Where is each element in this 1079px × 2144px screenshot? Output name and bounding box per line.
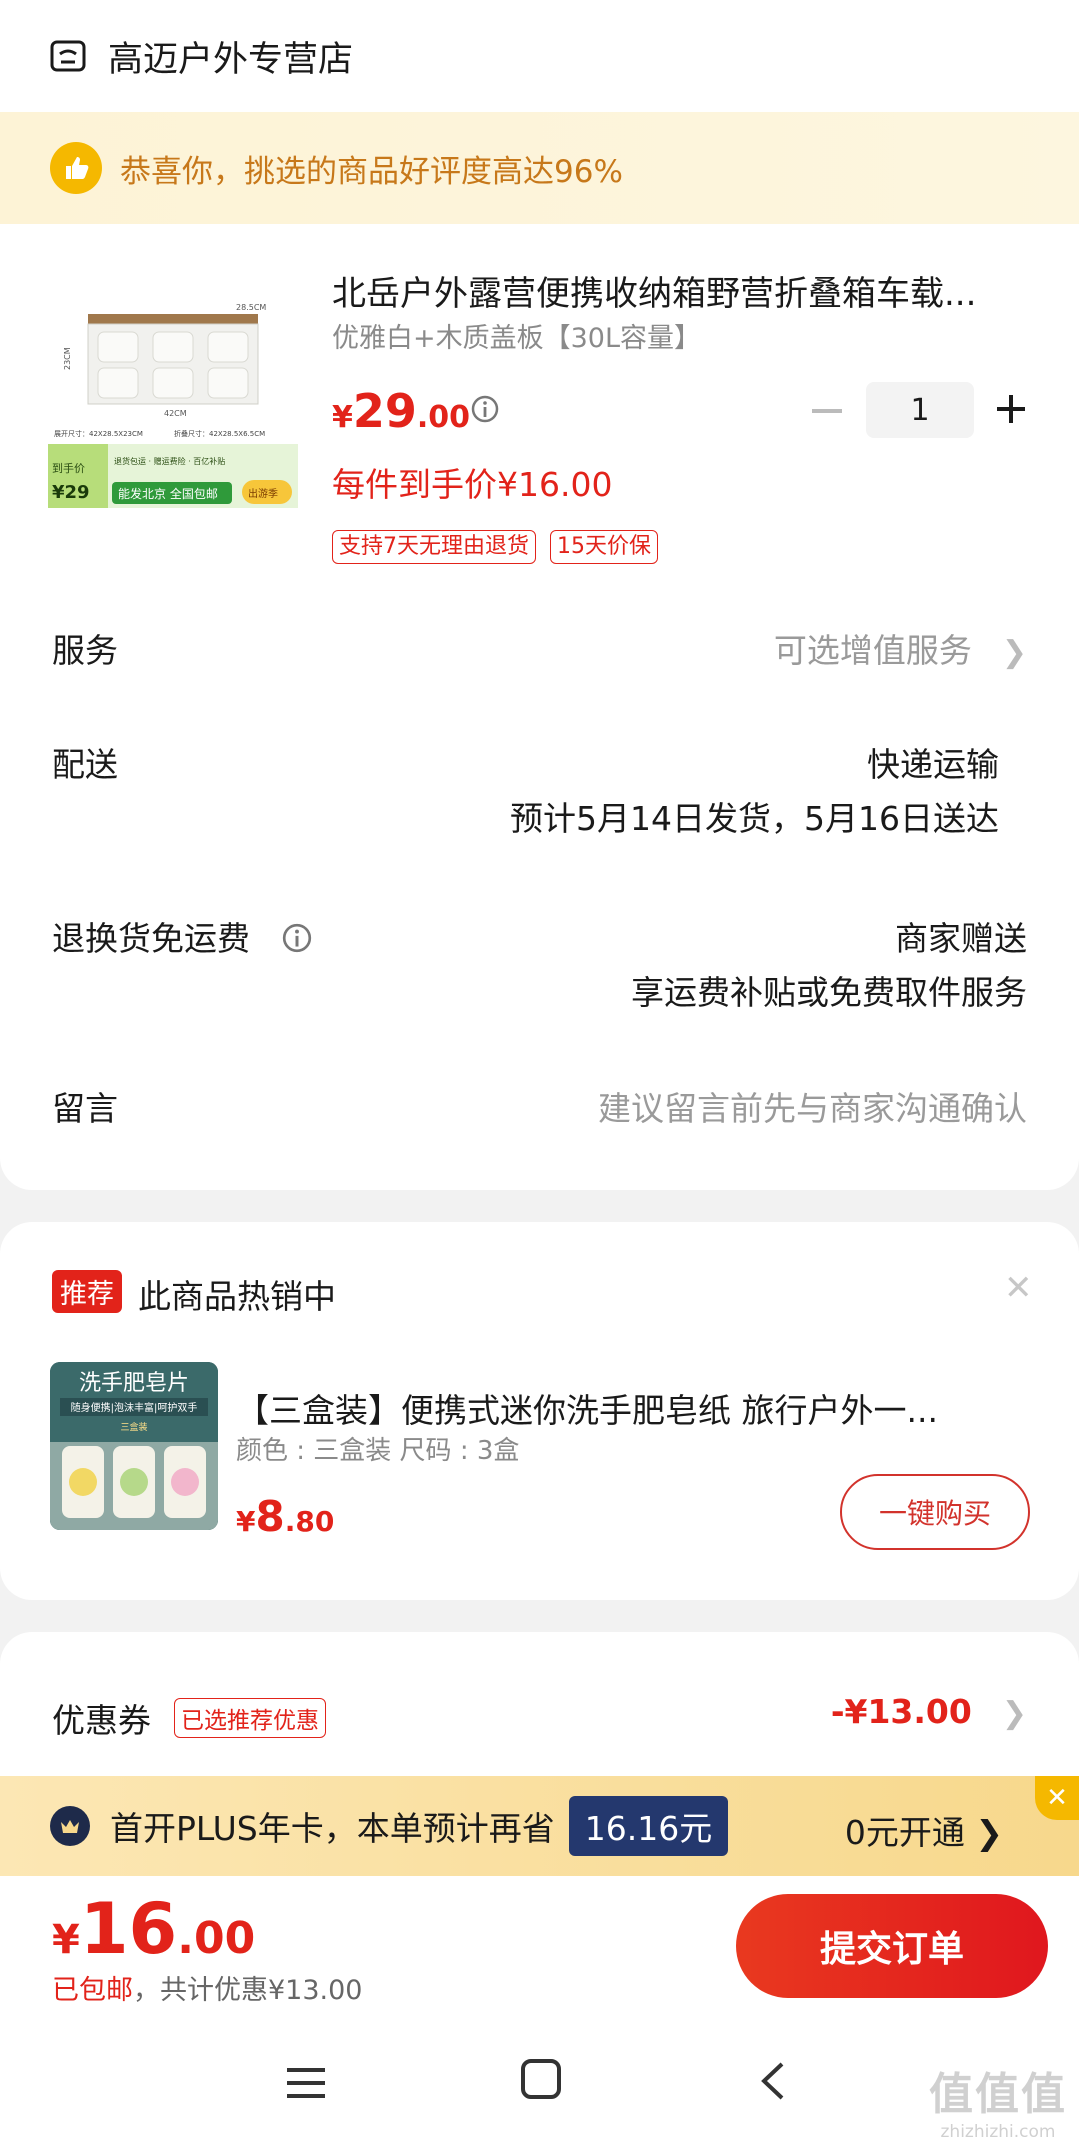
rec-img-title: 洗手肥皂片: [79, 1371, 189, 1396]
total-currency: ¥: [52, 1917, 80, 1963]
thumbs-up-icon: [50, 142, 102, 194]
promo-text: 能发北京 全国包邮: [118, 486, 218, 501]
free-shipping-text: 已包邮: [52, 1975, 133, 2006]
product-tags: 支持7天无理由退货 15天价保: [332, 530, 658, 564]
plus-text: 首开PLUS年卡，本单预计再省: [110, 1809, 555, 1848]
info-icon[interactable]: [470, 394, 500, 424]
total-integer: 16: [79, 1888, 178, 1970]
dims-side: 23CM: [63, 347, 72, 370]
submit-bar: ¥16.00 已包邮，共计优惠¥13.00 提交订单: [0, 1876, 1079, 2024]
rec-img-note: 三盒装: [120, 1421, 147, 1433]
recommend-title: 此商品热销中: [138, 1277, 336, 1316]
chevron-right-icon: ❯: [1001, 635, 1027, 670]
praise-text: 恭喜你，挑选的商品好评度高达96%: [120, 153, 623, 190]
delivery-estimate: 预计5月14日发货，5月16日送达: [510, 799, 999, 838]
price-currency: ¥: [332, 400, 353, 435]
rec-price-currency: ¥: [236, 1505, 256, 1538]
watermark: 值值值 zhizhizhi.com: [929, 2058, 1067, 2142]
recommend-product-image[interactable]: 洗手肥皂片 随身便携|泡沫丰富|呵护双手 三盒装: [50, 1362, 218, 1530]
message-label: 留言: [52, 1089, 118, 1128]
size-open: 展开尺寸：42X28.5X23CM: [54, 429, 143, 438]
return-row[interactable]: 退换货免运费 商家赠送 享运费补贴或免费取件服务: [52, 912, 1027, 1032]
delivery-label: 配送: [52, 745, 118, 784]
delivery-method: 快递运输: [867, 745, 999, 784]
total-price: ¥16.00: [52, 1888, 255, 1970]
quantity-input[interactable]: 1: [866, 382, 974, 438]
back-icon[interactable]: [758, 2060, 788, 2102]
product-price: ¥29.00: [332, 384, 470, 438]
close-icon[interactable]: ✕: [1004, 1268, 1033, 1308]
coupon-value: -¥13.00 ❯: [830, 1692, 1027, 1731]
recommend-product-spec: 颜色 : 三盒装 尺码 : 3盒: [236, 1436, 520, 1466]
return-line1: 商家赠送: [895, 919, 1027, 958]
plus-banner[interactable]: 首开PLUS年卡，本单预计再省 16.16元 0元开通 ❯ ✕: [0, 1776, 1079, 1876]
promo-info: 退货包运 · 赠运费险 · 百亿补贴: [114, 456, 225, 466]
total-note: 已包邮，共计优惠¥13.00: [52, 1968, 362, 2007]
info-icon[interactable]: [281, 922, 313, 954]
product-title[interactable]: 北岳户外露营便携收纳箱野营折叠箱车载...: [332, 266, 1032, 315]
dims-bottom: 42CM: [164, 409, 187, 418]
recommend-badge: 推荐: [52, 1270, 122, 1313]
order-item-card: 28.5CM 23CM 42CM 展开尺寸：42X28.5X23CM 折叠尺寸：…: [0, 224, 1079, 1190]
rec-price-integer: 8: [255, 1492, 285, 1541]
service-row[interactable]: 服务 可选增值服务 ❯: [52, 624, 1027, 684]
plus-crown-icon: [50, 1806, 90, 1846]
recommend-price: ¥8.80: [236, 1492, 334, 1541]
submit-order-button[interactable]: 提交订单: [736, 1894, 1048, 1998]
praise-banner: 恭喜你，挑选的商品好评度高达96%: [0, 112, 1079, 224]
quantity-decrease-button[interactable]: [812, 409, 842, 413]
chevron-right-icon: ❯: [1001, 1696, 1027, 1731]
rec-price-decimal: .80: [284, 1505, 335, 1538]
coupon-tag: 已选推荐优惠: [174, 1698, 326, 1738]
return-line2: 享运费补贴或免费取件服务: [631, 973, 1027, 1012]
rec-img-subtitle: 随身便携|泡沫丰富|呵护双手: [71, 1401, 198, 1414]
total-decimal: .00: [177, 1913, 256, 1964]
tag-price-protect: 15天价保: [550, 530, 658, 564]
store-name: 高迈户外专营店: [108, 39, 354, 80]
recent-apps-icon[interactable]: [285, 2062, 327, 2104]
plus-open-button[interactable]: 0元开通 ❯: [845, 1806, 1003, 1854]
recommend-card: 推荐 此商品热销中 ✕ 洗手肥皂片 随身便携|泡沫丰富|呵护双手 三盒装 【三盒…: [0, 1222, 1079, 1600]
return-value: 商家赠送 享运费补贴或免费取件服务: [631, 912, 1027, 1020]
size-fold: 折叠尺寸：42X28.5X6.5CM: [174, 429, 265, 438]
service-value: 可选增值服务 ❯: [774, 624, 1027, 680]
close-icon[interactable]: ✕: [1035, 1776, 1079, 1820]
store-icon: [50, 40, 86, 72]
one-click-buy-button[interactable]: 一键购买: [840, 1474, 1030, 1550]
watermark-logo: 值值值: [929, 2069, 1067, 2120]
tag-return: 支持7天无理由退货: [332, 530, 536, 564]
message-row[interactable]: 留言 建议留言前先与商家沟通确认: [52, 1082, 1027, 1142]
system-nav-bar: 值值值 zhizhizhi.com: [0, 2024, 1079, 2144]
delivery-row[interactable]: 配送 快递运输 预计5月14日发货，5月16日送达: [52, 738, 1027, 858]
home-icon[interactable]: [520, 2058, 562, 2100]
price-integer: 29: [352, 384, 417, 438]
dims-top: 28.5CM: [236, 303, 266, 312]
promo-label: 到手价: [52, 461, 85, 475]
promo-price: ¥29: [52, 482, 90, 503]
service-label: 服务: [52, 631, 118, 670]
product-spec[interactable]: 优雅白+木质盖板【30L容量】: [332, 316, 701, 355]
final-price: 每件到手价¥16.00: [332, 465, 613, 504]
product-image[interactable]: 28.5CM 23CM 42CM 展开尺寸：42X28.5X23CM 折叠尺寸：…: [48, 258, 298, 508]
recommend-product-name[interactable]: 【三盒装】便携式迷你洗手肥皂纸 旅行户外一...: [236, 1384, 1006, 1432]
plus-amount: 16.16元: [568, 1796, 729, 1856]
delivery-value: 快递运输 预计5月14日发货，5月16日送达: [510, 738, 999, 846]
watermark-url: zhizhizhi.com: [940, 2122, 1056, 2142]
return-label: 退换货免运费: [52, 912, 313, 960]
price-decimal: .00: [416, 400, 471, 435]
discount-total-text: ，共计优惠¥13.00: [133, 1975, 363, 2006]
store-header[interactable]: 高迈户外专营店: [0, 0, 1079, 112]
quantity-increase-button[interactable]: [994, 392, 1028, 426]
promo-badge: 出游季: [248, 487, 278, 500]
message-input[interactable]: 建议留言前先与商家沟通确认: [598, 1082, 1027, 1136]
coupon-label: 优惠券: [52, 1701, 151, 1740]
